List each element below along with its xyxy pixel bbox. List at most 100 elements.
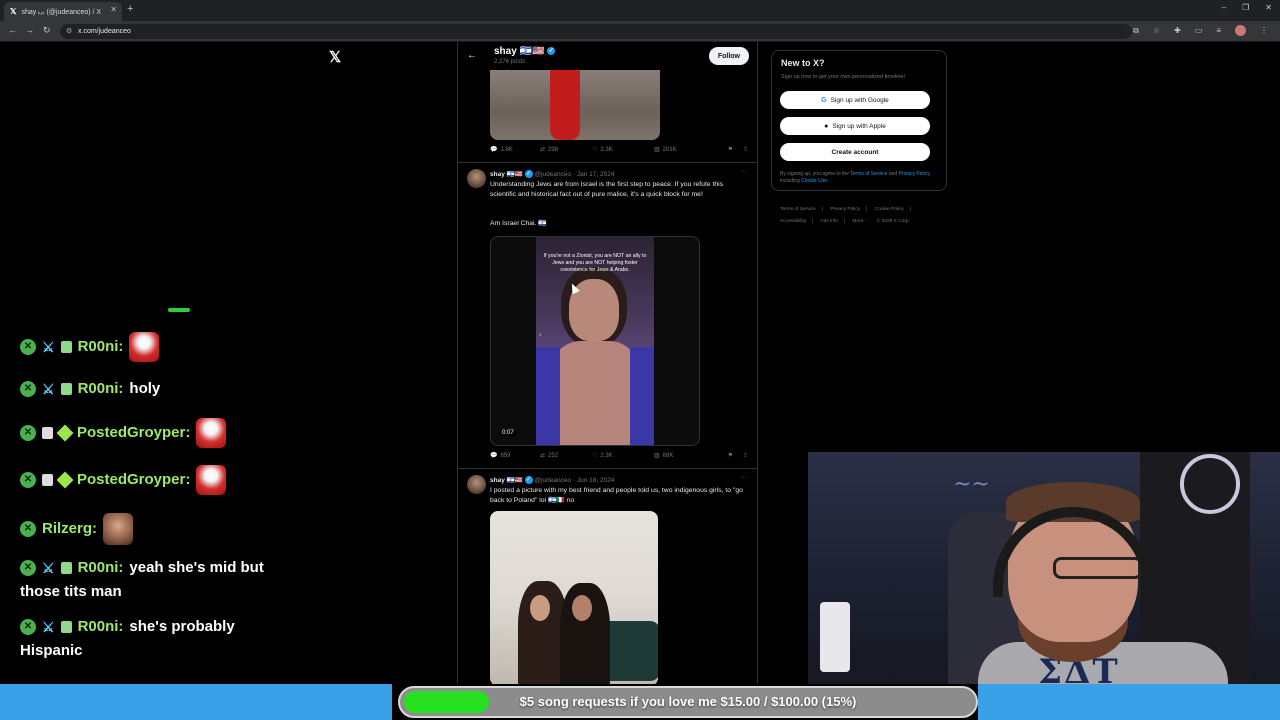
chat-username[interactable]: R00ni:: [78, 559, 124, 576]
reply-button[interactable]: 💬 659: [490, 452, 540, 460]
views-button[interactable]: ▥ 201K: [654, 146, 712, 154]
chat-username[interactable]: R00ni:: [78, 338, 124, 355]
new-tab-button[interactable]: +: [127, 3, 133, 15]
more-options-icon[interactable]: ···: [740, 168, 747, 175]
tiktok-watermark-icon: ♪: [539, 332, 542, 338]
cookie-link[interactable]: Cookie Use.: [801, 178, 828, 184]
follow-button[interactable]: Follow: [708, 47, 749, 65]
back-arrow-icon[interactable]: ←: [467, 50, 477, 61]
profile-name: shay 🇮🇱🇺🇸 ✓: [494, 46, 556, 57]
video-jacket-right: [630, 347, 654, 445]
terms-link[interactable]: Terms of Service: [850, 171, 887, 177]
post-video[interactable]: If you're not a Zionist, you are NOT an …: [490, 236, 700, 446]
google-icon: G: [821, 96, 827, 104]
like-button[interactable]: ♡ 2.3K: [592, 452, 654, 460]
minimize-button[interactable]: –: [1222, 3, 1226, 12]
back-arrow-icon[interactable]: ←: [8, 25, 17, 35]
goal-text: $5 song requests if you love me $15.00 /…: [519, 694, 857, 709]
profile-avatar[interactable]: [1235, 25, 1246, 36]
subscriber-badge-icon: [60, 383, 72, 396]
footer-sep: |: [812, 219, 814, 224]
post-handle[interactable]: @judeanceo: [534, 171, 571, 178]
create-account-button[interactable]: Create account: [780, 143, 930, 161]
tab-title: shay ᵢᵤₛ (@judeanceo) / X: [21, 8, 102, 16]
avatar[interactable]: [467, 475, 486, 494]
post-author-name[interactable]: shay 🇮🇱🇺🇸: [490, 171, 523, 178]
cast-icon[interactable]: ≡: [1216, 26, 1221, 35]
post-photo[interactable]: [490, 511, 658, 686]
apple-signup-button[interactable]: ● Sign up with Apple: [780, 117, 930, 135]
install-icon[interactable]: ⧉: [1133, 26, 1139, 36]
reply-count: 1.8K: [500, 146, 513, 153]
footer-link[interactable]: Ads info: [820, 219, 837, 224]
goal-bar-left-accent: [0, 684, 392, 720]
footer-link[interactable]: Privacy Policy: [830, 207, 860, 212]
post-count: 2,276 posts: [494, 59, 526, 65]
more-options-icon[interactable]: ···: [740, 474, 747, 481]
repost-icon: ⇄: [540, 147, 546, 153]
footer-link[interactable]: Accessibility: [780, 219, 806, 224]
browser-tab[interactable]: 𝕏 shay ᵢᵤₛ (@judeanceo) / X ✕: [4, 2, 122, 21]
webcam-feed: ~~ ΣΔΤ: [808, 452, 1280, 684]
post-actions: 💬 659 ⇄ 252 ♡ 2.3K ▥ 68K ⚑ ⇪: [490, 452, 748, 460]
repost-button[interactable]: ⇄ 298: [540, 146, 592, 154]
footer-link[interactable]: Cookie Policy: [875, 207, 904, 212]
google-signup-button[interactable]: G Sign up with Google: [780, 91, 930, 109]
moderator-badge-icon: ✕: [20, 425, 36, 441]
sword-badge-icon: ⚔: [42, 381, 55, 398]
footer-link[interactable]: More ···: [852, 219, 869, 224]
reload-icon[interactable]: ↻: [43, 25, 51, 36]
close-window-button[interactable]: ✕: [1265, 3, 1272, 12]
bookmark-icon[interactable]: ⚑: [728, 146, 733, 153]
menu-icon[interactable]: ⋮: [1260, 26, 1268, 35]
moderator-badge-icon: ✕: [20, 339, 36, 355]
bookmark-star-icon[interactable]: ☆: [1153, 26, 1160, 35]
address-bar-row: ← → ↻ ⚙ x.com/judeanceo ⧉ ☆ ✚ ▭ ≡ ⋮: [0, 21, 1280, 42]
views-icon: ▥: [654, 147, 660, 153]
emote-icon: [196, 465, 227, 495]
sword-badge-icon: ⚔: [42, 619, 55, 636]
repost-icon: ⇄: [540, 453, 546, 459]
emote-icon: [129, 332, 160, 362]
reply-count: 659: [500, 452, 511, 459]
share-icon[interactable]: ⇪: [743, 146, 748, 153]
like-button[interactable]: ♡ 2.3K: [592, 146, 654, 154]
footer-link[interactable]: Terms of Service: [780, 207, 816, 212]
bookmark-icon[interactable]: ⚑: [728, 452, 733, 459]
extensions-icon[interactable]: ✚: [1174, 26, 1181, 35]
chat-username[interactable]: PostedGroyper:: [77, 471, 190, 488]
chat-username[interactable]: R00ni:: [78, 380, 124, 397]
browser-actions: ⧉ ☆ ✚ ▭ ≡ ⋮: [1133, 25, 1268, 36]
site-info-icon[interactable]: ⚙: [66, 27, 72, 35]
footer-sep: |: [843, 219, 846, 224]
chat-username[interactable]: PostedGroyper:: [77, 424, 190, 441]
apple-signup-label: Sign up with Apple: [832, 122, 886, 130]
post-text: I posted a picture with my best friend a…: [490, 487, 743, 504]
repost-button[interactable]: ⇄ 252: [540, 452, 592, 460]
verified-badge-icon: ✓: [524, 170, 533, 179]
moderator-badge-icon: ✕: [20, 521, 36, 537]
share-icon[interactable]: ⇪: [743, 452, 748, 459]
views-button[interactable]: ▥ 68K: [654, 452, 712, 460]
photo-face-right: [572, 595, 592, 621]
x-home-logo-icon[interactable]: 𝕏: [329, 48, 341, 66]
post-date[interactable]: · Jan 17, 2024: [573, 171, 615, 178]
close-tab-icon[interactable]: ✕: [110, 5, 117, 14]
post-date[interactable]: · Jun 18, 2024: [573, 477, 615, 484]
chat-username[interactable]: Rilzerg:: [42, 520, 97, 537]
post-image[interactable]: [490, 70, 660, 140]
url-input[interactable]: ⚙ x.com/judeanceo: [60, 24, 1132, 39]
sidebar-icon[interactable]: ▭: [1195, 26, 1203, 35]
footer-sep: |: [866, 207, 868, 212]
privacy-link[interactable]: Privacy Policy: [899, 171, 930, 177]
post-handle[interactable]: @judeanceo: [534, 477, 571, 484]
footer-sep: |: [909, 207, 912, 212]
emote-icon: [103, 513, 134, 545]
chat-username[interactable]: R00ni:: [78, 618, 124, 635]
avatar[interactable]: [467, 169, 486, 188]
profile-header: ← shay 🇮🇱🇺🇸 ✓ 2,276 posts Follow: [458, 42, 757, 70]
maximize-button[interactable]: ❐: [1242, 3, 1249, 12]
forward-arrow-icon[interactable]: →: [25, 25, 34, 35]
reply-button[interactable]: 💬 1.8K: [490, 146, 540, 154]
post-author-name[interactable]: shay 🇮🇱🇺🇸: [490, 477, 523, 484]
